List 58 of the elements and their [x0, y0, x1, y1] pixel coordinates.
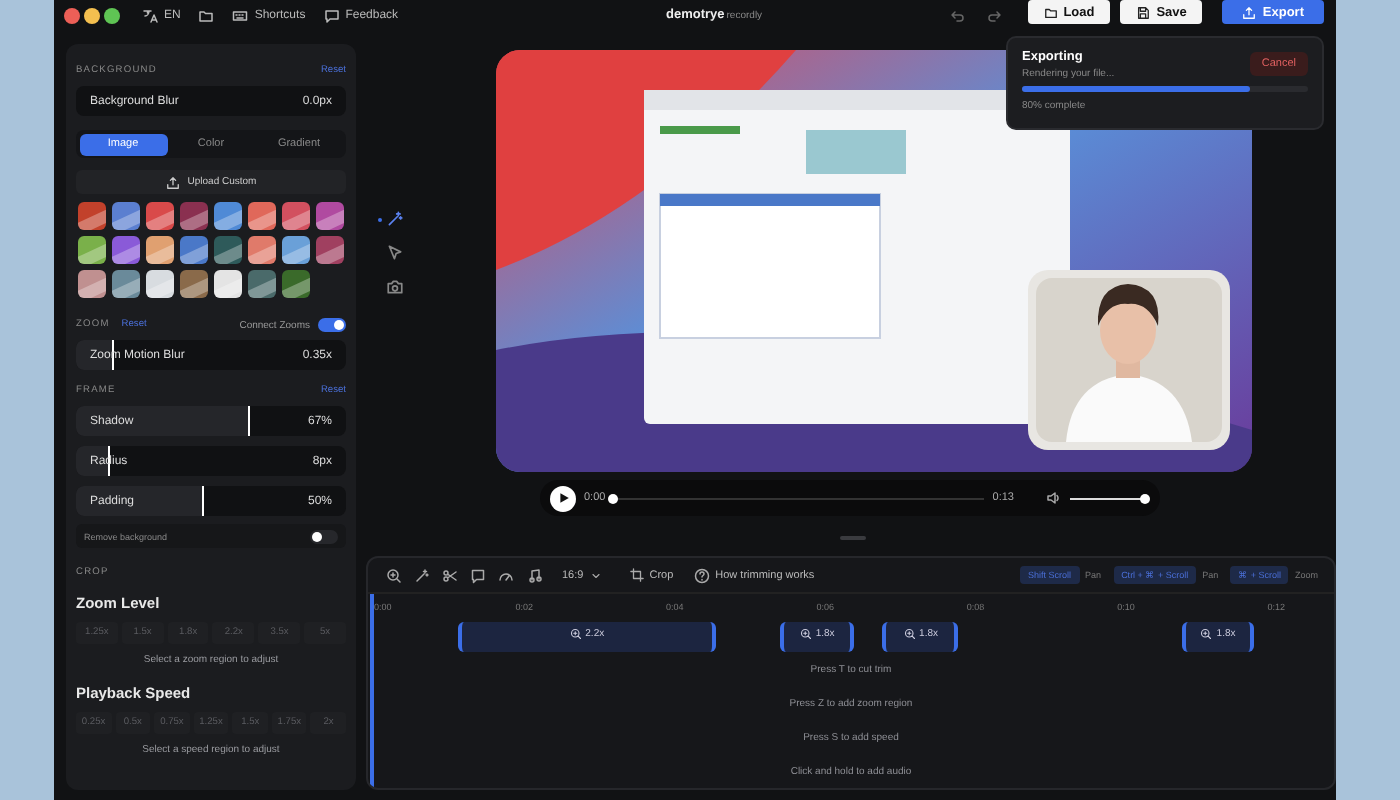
play-icon — [557, 492, 569, 504]
wallpaper-thumbnail[interactable] — [316, 202, 344, 230]
wallpaper-thumbnail[interactable] — [78, 202, 106, 230]
wand-icon[interactable] — [386, 210, 404, 228]
wallpaper-thumbnail[interactable] — [248, 202, 276, 230]
wallpaper-thumbnail[interactable] — [248, 236, 276, 264]
keyboard-icon — [232, 7, 249, 23]
translate-icon — [142, 7, 158, 23]
zoom-in-icon[interactable] — [386, 567, 402, 583]
wallpaper-thumbnail[interactable] — [180, 202, 208, 230]
wallpaper-thumbnail[interactable] — [282, 236, 310, 264]
wallpaper-thumbnail[interactable] — [248, 270, 276, 298]
volume-thumb[interactable] — [1139, 493, 1149, 503]
volume-icon — [1046, 490, 1062, 506]
chat-icon — [323, 7, 340, 23]
gauge-icon[interactable] — [498, 567, 514, 583]
wallpaper-thumbnail[interactable] — [146, 236, 174, 264]
cursor-icon[interactable] — [386, 244, 404, 262]
seek-thumb[interactable] — [608, 493, 619, 503]
wallpaper-thumbnail[interactable] — [78, 270, 106, 298]
zoom-icon — [569, 628, 582, 640]
slider-fill[interactable] — [76, 406, 251, 436]
music-icon[interactable] — [526, 567, 542, 583]
wallpaper-thumbnail[interactable] — [214, 236, 242, 264]
upload-icon — [165, 175, 180, 189]
wallpaper-thumbnail[interactable] — [214, 202, 242, 230]
wallpaper-thumbnail[interactable] — [112, 202, 140, 230]
play-button[interactable] — [550, 485, 576, 511]
wallpaper-thumbnail[interactable] — [316, 236, 344, 264]
wallpaper-thumbnail[interactable] — [214, 270, 242, 298]
zoom-icon — [903, 628, 916, 640]
crop-icon — [629, 568, 644, 582]
wand-icon[interactable] — [414, 567, 430, 583]
toggle-switch[interactable] — [318, 318, 346, 332]
help-icon — [693, 567, 710, 583]
save-icon — [1136, 5, 1151, 19]
export-icon — [1242, 5, 1257, 19]
wallpaper-thumbnail[interactable] — [146, 270, 174, 298]
wallpaper-thumbnail[interactable] — [180, 270, 208, 298]
wallpaper-thumbnail[interactable] — [112, 236, 140, 264]
zoom-icon — [799, 628, 812, 640]
wallpaper-thumbnail[interactable] — [282, 270, 310, 298]
zoom-icon — [1200, 628, 1213, 640]
wallpaper-thumbnail[interactable] — [146, 202, 174, 230]
scissors-icon[interactable] — [442, 567, 458, 583]
toggle-switch[interactable] — [310, 529, 338, 543]
wallpaper-thumbnail[interactable] — [112, 270, 140, 298]
slider-fill[interactable] — [76, 486, 205, 516]
wallpaper-thumbnail[interactable] — [180, 236, 208, 264]
folder-icon — [1043, 5, 1058, 19]
wallpaper-thumbnail[interactable] — [282, 202, 310, 230]
folder-icon — [198, 7, 215, 23]
undo-icon[interactable] — [949, 7, 966, 23]
speech-bubble-icon[interactable] — [470, 567, 486, 583]
camera-icon[interactable] — [386, 278, 404, 296]
redo-icon[interactable] — [985, 7, 1002, 23]
caret-icon — [589, 569, 602, 581]
wallpaper-thumbnail[interactable] — [78, 236, 106, 264]
